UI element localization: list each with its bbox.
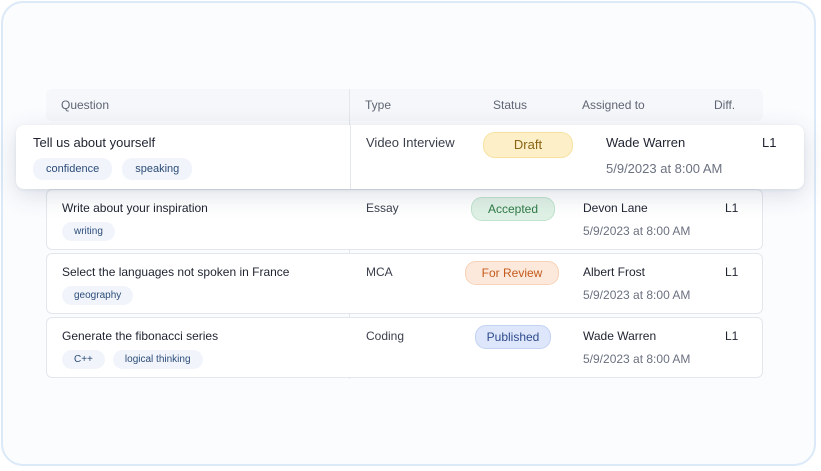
column-header-question[interactable]: Question: [61, 98, 109, 112]
table-row[interactable]: Select the languages not spoken in Franc…: [46, 253, 763, 314]
status-badge[interactable]: For Review: [465, 261, 559, 285]
question-type: Video Interview: [366, 135, 455, 150]
column-header-assigned-to[interactable]: Assigned to: [582, 98, 645, 112]
tag-list: C++ logical thinking: [62, 350, 203, 369]
question-type: MCA: [366, 265, 393, 279]
column-header-status[interactable]: Status: [493, 98, 527, 112]
highlighted-row[interactable]: Tell us about yourself confidence speaki…: [16, 125, 804, 189]
table-header: Question Type Status Assigned to Diff.: [46, 89, 763, 121]
tag-list: geography: [62, 286, 134, 305]
tag-chip[interactable]: writing: [62, 222, 115, 241]
tag-list: writing: [62, 222, 115, 241]
status-badge[interactable]: Draft: [483, 132, 573, 158]
status-badge[interactable]: Published: [475, 325, 551, 349]
difficulty-level: L1: [762, 135, 777, 150]
question-type: Coding: [366, 329, 405, 343]
tag-chip[interactable]: speaking: [122, 158, 193, 180]
tag-chip[interactable]: geography: [62, 286, 134, 305]
tag-chip[interactable]: confidence: [33, 158, 113, 180]
column-header-type[interactable]: Type: [365, 98, 391, 112]
table-row[interactable]: Generate the fibonacci series C++ logica…: [46, 317, 763, 378]
assignee-name: Wade Warren: [606, 135, 686, 150]
difficulty-level: L1: [725, 265, 739, 279]
tag-chip[interactable]: C++: [62, 350, 105, 369]
question-text: Tell us about yourself: [33, 135, 156, 150]
question-type: Essay: [366, 201, 399, 215]
question-text: Select the languages not spoken in Franc…: [62, 265, 290, 279]
assignee-name: Albert Frost: [583, 265, 646, 279]
assignee-name: Wade Warren: [583, 329, 657, 343]
difficulty-level: L1: [725, 329, 739, 343]
question-text: Write about your inspiration: [62, 201, 208, 215]
assigned-date: 5/9/2023 at 8:00 AM: [583, 224, 691, 238]
assignee-name: Devon Lane: [583, 201, 648, 215]
status-badge[interactable]: Accepted: [471, 197, 555, 221]
assigned-date: 5/9/2023 at 8:00 AM: [583, 288, 691, 302]
table-row[interactable]: Write about your inspiration writing Ess…: [46, 189, 763, 250]
column-header-difficulty[interactable]: Diff.: [714, 98, 735, 112]
assigned-date: 5/9/2023 at 8:00 AM: [606, 161, 723, 176]
tag-chip[interactable]: logical thinking: [112, 350, 203, 369]
difficulty-level: L1: [725, 201, 739, 215]
assigned-date: 5/9/2023 at 8:00 AM: [583, 352, 691, 366]
question-text: Generate the fibonacci series: [62, 329, 219, 343]
column-divider: [350, 125, 351, 189]
tag-list: confidence speaking: [33, 158, 193, 180]
